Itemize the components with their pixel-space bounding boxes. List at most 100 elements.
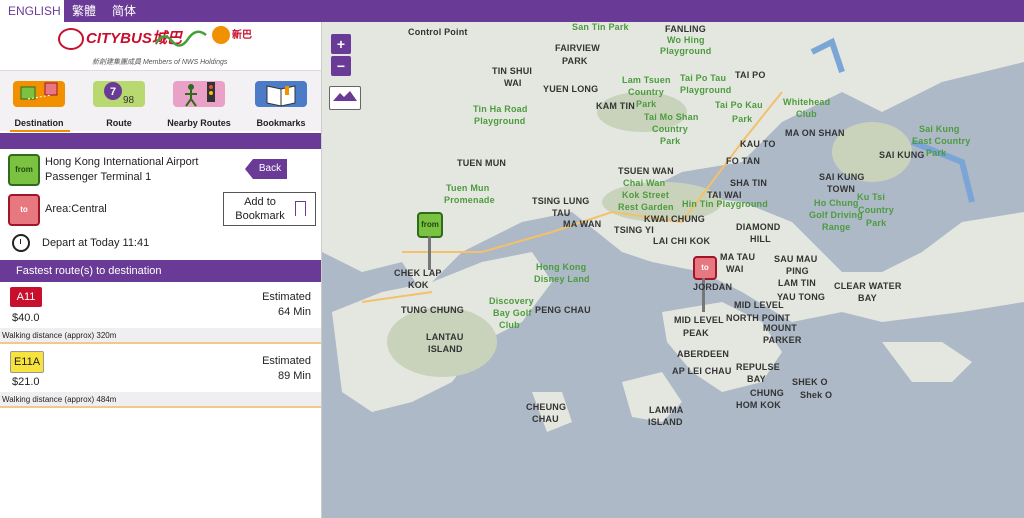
map-label: PENG CHAU — [535, 305, 591, 315]
tab-active-underline — [10, 130, 70, 132]
map-label: LAMMA — [649, 405, 684, 415]
map-label: SAI KUNG — [879, 150, 925, 160]
walking-distance: Walking distance (approx) 320m — [0, 328, 321, 344]
map-label: MID LEVEL — [734, 300, 784, 310]
lang-simplified-chinese[interactable]: 简体 — [104, 0, 148, 22]
map-label: BAY — [858, 293, 877, 303]
map-label: PING — [786, 266, 809, 276]
map-label: LAI CHI KOK — [653, 236, 711, 246]
map-label: Park — [660, 136, 681, 146]
map-label: San Tin Park — [572, 22, 629, 32]
map-label: TSING YI — [614, 225, 654, 235]
map-label: WAI — [504, 78, 522, 88]
zoom-in-button[interactable]: + — [331, 34, 351, 54]
map-label: Chai Wan — [623, 178, 666, 188]
lang-traditional-chinese[interactable]: 繁體 — [64, 0, 108, 22]
route-result-e11a[interactable]: E11A $21.0 Estimated 89 Min Walking dista… — [0, 348, 321, 412]
map-label: Sai Kung — [919, 124, 960, 134]
map-label: Country — [652, 124, 688, 134]
from-location[interactable]: Hong Kong International Airport Passenge… — [45, 155, 199, 185]
map-label: Club — [796, 109, 817, 119]
tab-route-label: Route — [106, 118, 132, 128]
to-pin-icon: to — [8, 194, 40, 226]
tab-route[interactable]: 7 98 Route — [80, 71, 158, 131]
bookmarks-icon — [255, 81, 307, 107]
tab-destination-label: Destination — [14, 118, 64, 128]
tab-bookmarks[interactable]: Bookmarks — [242, 71, 320, 131]
main-tabs: Destination 7 98 Route Nearby Routes Book… — [0, 70, 321, 132]
add-bookmark-button[interactable]: Add to Bookmark — [223, 192, 316, 226]
map-label: Hong Kong — [536, 262, 587, 272]
map-label: Tai Po Kau — [715, 100, 763, 110]
from-pin-icon: from — [8, 154, 40, 186]
map-label: FAIRVIEW — [555, 43, 600, 53]
language-bar: ENGLISH 繁體 简体 — [0, 0, 1024, 22]
map-label: MA ON SHAN — [785, 128, 845, 138]
map-label: Hin Tin Playground — [682, 199, 768, 209]
map-label: DIAMOND — [736, 222, 781, 232]
results-header: Fastest route(s) to destination — [0, 260, 321, 282]
map-label: KAU TO — [740, 139, 776, 149]
map-view[interactable]: + − from to Control Point FANLING Wo Hin… — [322, 22, 1024, 518]
map-label: MID LEVEL — [674, 315, 724, 325]
route-fare: $40.0 — [12, 312, 40, 324]
map-label: SHEK O — [792, 377, 828, 387]
map-label: Park — [732, 114, 753, 124]
tab-destination[interactable]: Destination — [0, 71, 78, 132]
map-label: HOM KOK — [736, 400, 781, 410]
route-estimate: Estimated 89 Min — [262, 355, 311, 382]
route-result-a11[interactable]: A11 $40.0 Estimated 64 Min Walking distan… — [0, 284, 321, 348]
map-layer-button[interactable] — [329, 86, 361, 110]
map-label: Club — [499, 320, 520, 330]
lang-english[interactable]: ENGLISH — [0, 0, 64, 22]
nearby-routes-icon — [173, 81, 225, 107]
map-label: CHEUNG — [526, 402, 567, 412]
map-label: Kok Street — [622, 190, 670, 200]
map-label: MA WAN — [563, 219, 602, 229]
left-panel: CITYBUS城巴 新巴 新創建集團成員 Members of NWS Hold… — [0, 22, 322, 518]
map-label: ABERDEEN — [677, 349, 730, 359]
map-label: LAM TIN — [778, 278, 816, 288]
map-label: TSUEN WAN — [618, 166, 674, 176]
map-label: Range — [822, 222, 851, 232]
map-label: SAI KUNG — [819, 172, 865, 182]
map-label: Park — [866, 218, 887, 228]
map-label: Lam Tsuen — [622, 75, 671, 85]
map-label: CHEK LAP — [394, 268, 442, 278]
bookmark-icon — [295, 201, 306, 216]
depart-time[interactable]: Depart at Today 11:41 — [12, 234, 149, 252]
map-label: Tuen Mun — [446, 183, 490, 193]
back-button[interactable]: Back — [245, 159, 287, 179]
tab-nearby-routes-label: Nearby Routes — [167, 118, 231, 128]
map-label: YUEN LONG — [543, 84, 599, 94]
tab-nearby-routes[interactable]: Nearby Routes — [160, 71, 238, 131]
map-label: KOK — [408, 280, 429, 290]
map-label: ISLAND — [428, 344, 463, 354]
map-label: MOUNT — [763, 323, 797, 333]
map-label: Country — [628, 87, 664, 97]
map-label: HILL — [750, 234, 771, 244]
map-to-marker[interactable]: to — [693, 256, 717, 280]
destination-icon — [13, 81, 65, 107]
map-label: Control Point — [408, 27, 468, 37]
zoom-out-button[interactable]: − — [331, 56, 351, 76]
svg-text:7: 7 — [110, 86, 116, 98]
map-from-marker[interactable]: from — [417, 212, 443, 238]
map-label: CHUNG — [750, 388, 784, 398]
to-location[interactable]: Area:Central — [45, 202, 107, 217]
map-label: AP LEI CHAU — [672, 366, 732, 376]
map-label: TUNG CHUNG — [401, 305, 464, 315]
map-label: Park — [926, 148, 947, 158]
map-label: TOWN — [827, 184, 856, 194]
map-label: Promenade — [444, 195, 495, 205]
map-label: WAI — [726, 264, 744, 274]
map-label: KWAI CHUNG — [644, 214, 705, 224]
clock-icon — [12, 234, 30, 252]
map-label: JORDAN — [693, 282, 733, 292]
map-label: Rest Garden — [618, 202, 674, 212]
map-label: KAM TIN — [596, 101, 635, 111]
map-label: PARK — [562, 56, 588, 66]
map-label: PARKER — [763, 335, 802, 345]
route-fare: $21.0 — [12, 376, 40, 388]
map-label: Whitehead — [783, 97, 831, 107]
